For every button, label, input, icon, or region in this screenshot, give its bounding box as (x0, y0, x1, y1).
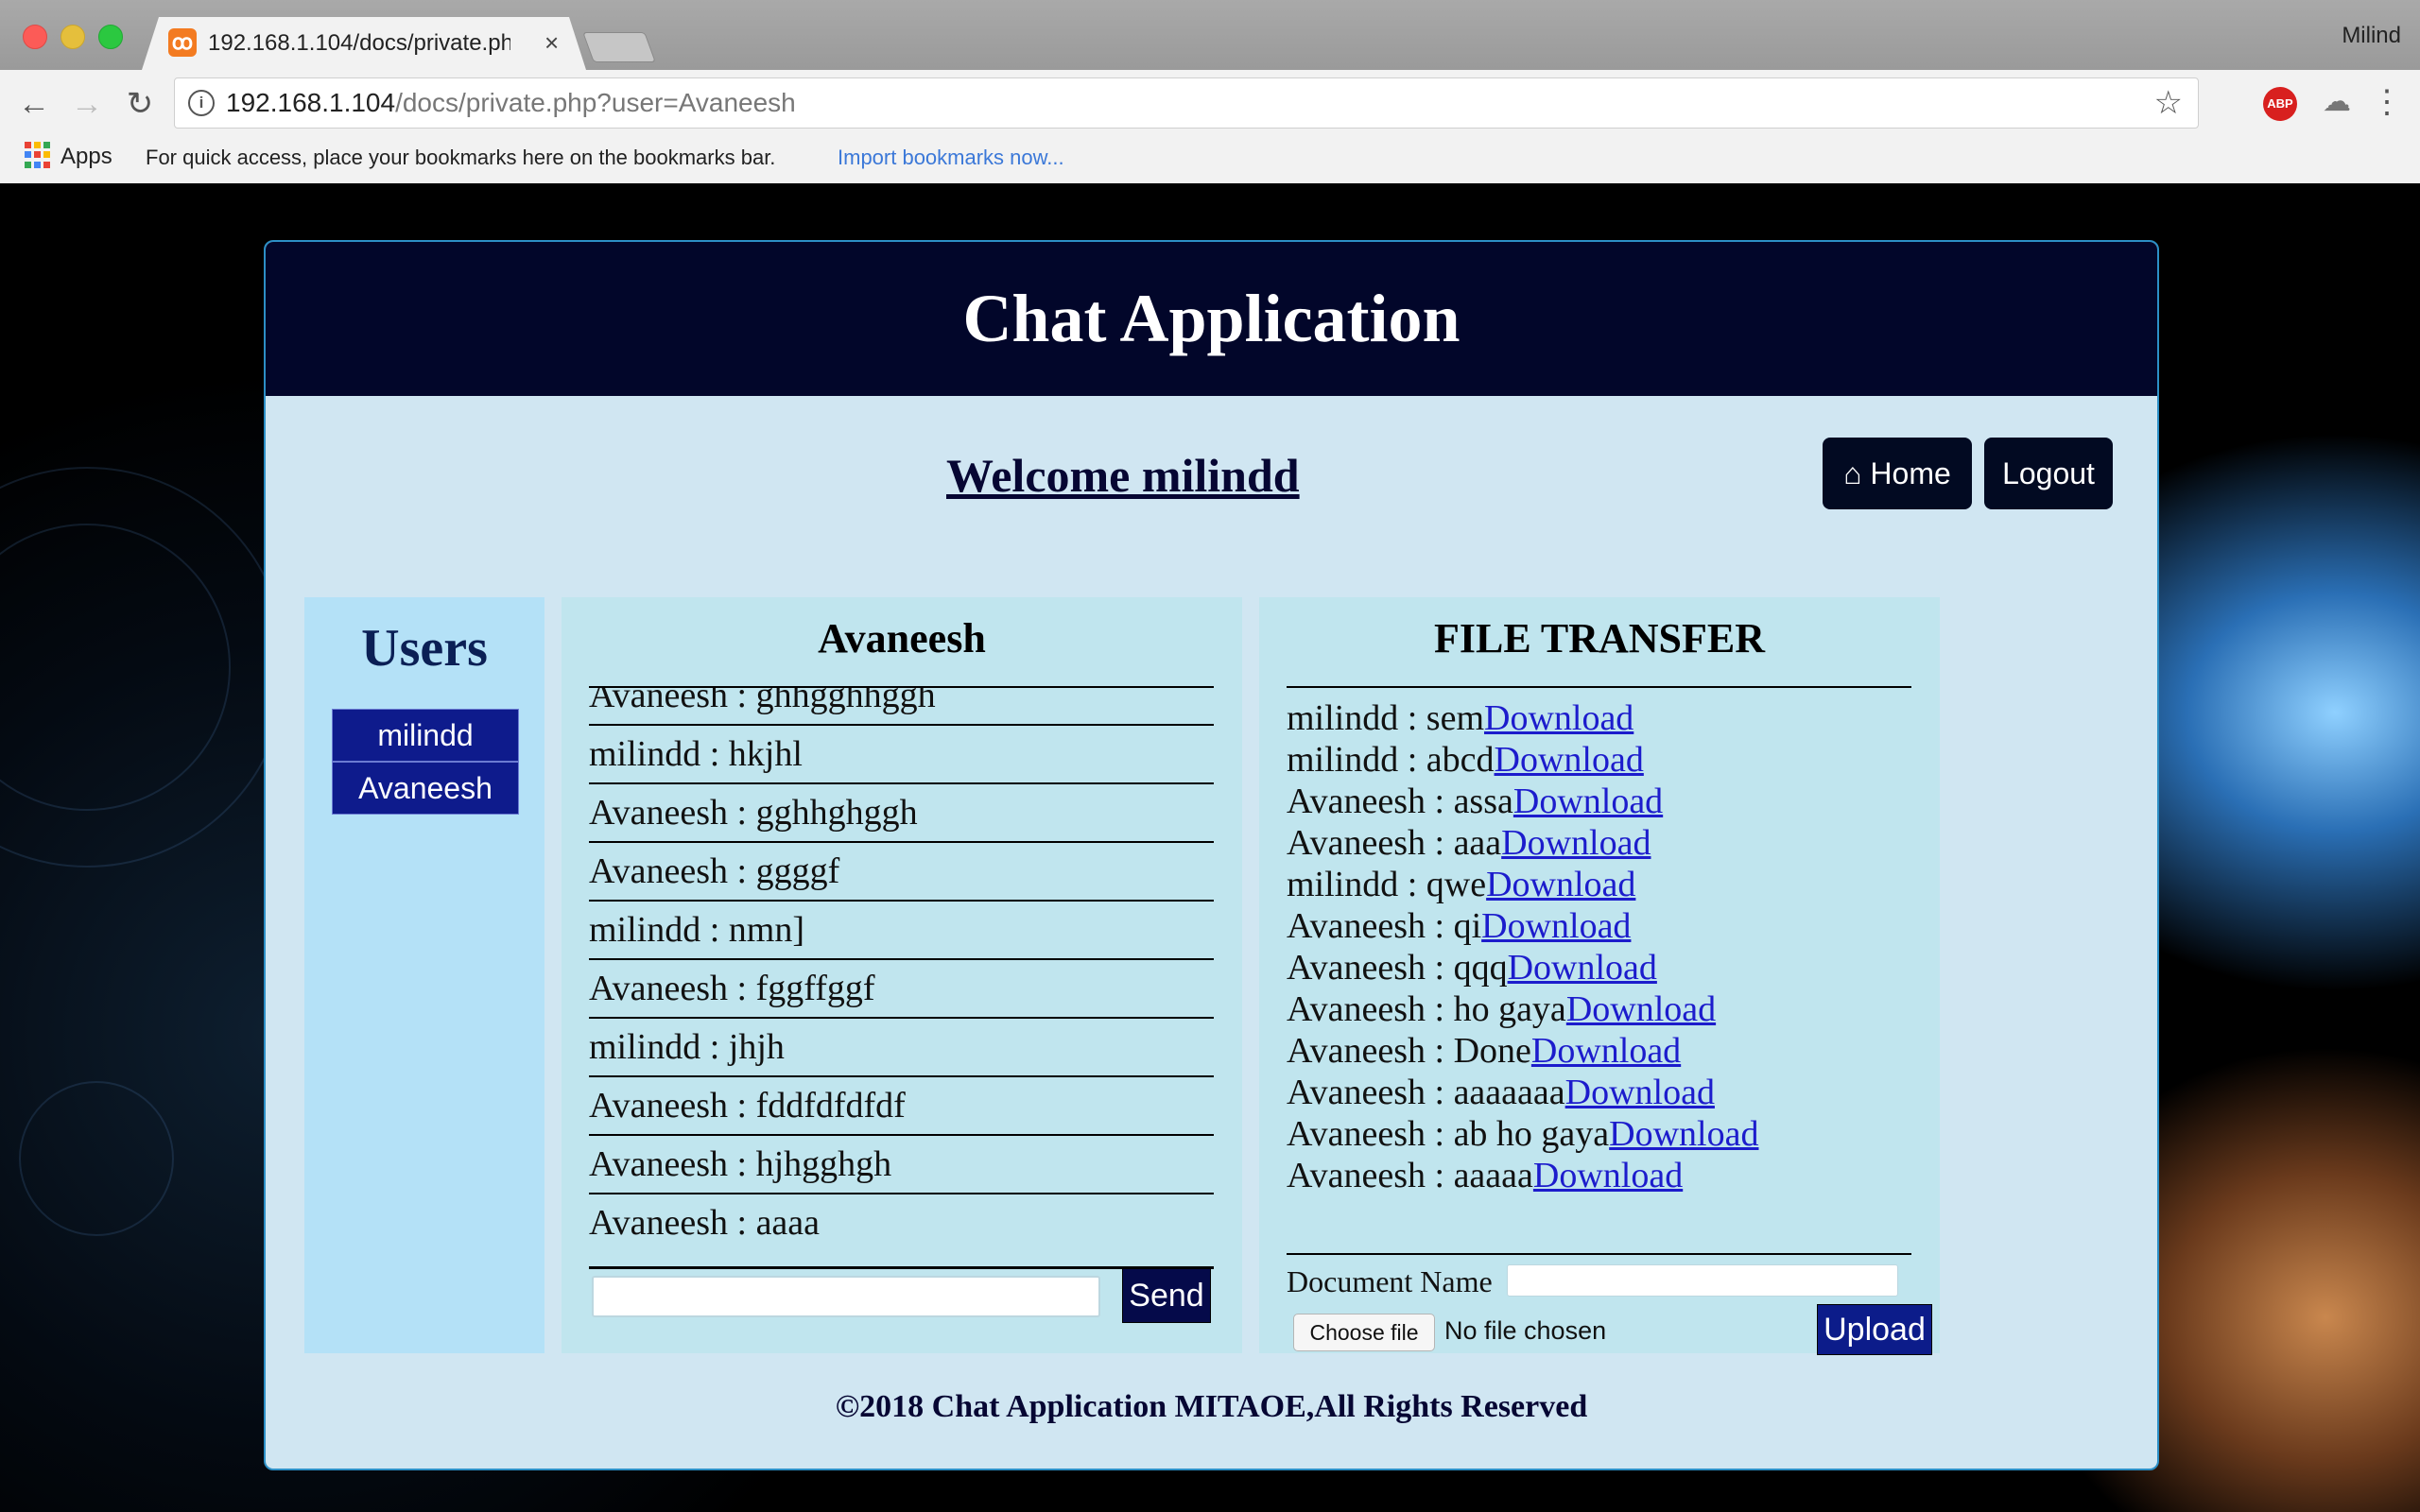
users-heading: Users (361, 619, 488, 678)
chat-panel: Avaneesh Avaneesh : ghhgghhggh milindd :… (562, 597, 1242, 1353)
bookmark-star-icon[interactable]: ☆ (2154, 84, 2183, 122)
file-entry-label: Avaneesh : ho gaya (1287, 989, 1566, 1029)
browser-tab[interactable]: ꝏ 192.168.1.104/docs/private.php × (142, 17, 586, 70)
file-row: Avaneesh : aaaaaDownload (1287, 1155, 1911, 1196)
file-entry-label: Avaneesh : qqq (1287, 948, 1508, 988)
home-button[interactable]: ⌂ Home (1823, 438, 1972, 509)
file-entry-label: Avaneesh : ab ho gaya (1287, 1114, 1610, 1154)
welcome-message[interactable]: Welcome milindd (946, 448, 1300, 503)
file-row: Avaneesh : ab ho gayaDownload (1287, 1113, 1911, 1155)
upload-button[interactable]: Upload (1817, 1304, 1932, 1355)
file-entry-label: milindd : sem (1287, 698, 1484, 738)
file-entry-label: Avaneesh : Done (1287, 1031, 1531, 1071)
file-transfer-panel: FILE TRANSFER milindd : semDownload milin… (1259, 597, 1940, 1355)
bookmarks-hint: For quick access, place your bookmarks h… (146, 146, 776, 169)
window-close-icon[interactable] (23, 25, 47, 49)
app-header: Chat Application (266, 242, 2157, 396)
adblock-plus-icon[interactable]: ABP (2263, 87, 2297, 121)
file-list: milindd : semDownload milindd : abcdDownl… (1287, 686, 1911, 1331)
document-name-label: Document Name (1287, 1264, 1493, 1298)
file-row: Avaneesh : aaaaaaaDownload (1287, 1072, 1911, 1113)
send-button[interactable]: Send (1122, 1268, 1211, 1323)
browser-menu-icon[interactable]: ⋮ (2371, 83, 2403, 121)
download-link[interactable]: Download (1609, 1114, 1758, 1154)
profile-name[interactable]: Milind (2342, 23, 2401, 49)
download-link[interactable]: Download (1566, 989, 1716, 1029)
browser-tab-bar: ꝏ 192.168.1.104/docs/private.php × Milin… (0, 0, 2420, 70)
file-entry-label: Avaneesh : aaa (1287, 823, 1502, 863)
chat-message: Avaneesh : ghhgghhggh (589, 688, 1214, 726)
chat-message: milindd : nmn] (589, 902, 1214, 960)
message-list[interactable]: Avaneesh : ghhgghhggh milindd : hkjhl Av… (589, 686, 1214, 1269)
chat-message: Avaneesh : aaaa (589, 1203, 821, 1243)
site-info-icon[interactable]: i (188, 90, 215, 116)
file-row: milindd : abcdDownload (1287, 739, 1911, 781)
file-row: Avaneesh : qqqDownload (1287, 947, 1911, 988)
document-name-input[interactable] (1507, 1264, 1898, 1297)
logout-button[interactable]: Logout (1984, 438, 2113, 509)
file-row: milindd : semDownload (1287, 697, 1911, 739)
file-row: Avaneesh : assaDownload (1287, 781, 1911, 822)
message-input[interactable] (592, 1276, 1100, 1317)
download-link[interactable]: Download (1484, 698, 1634, 738)
download-link[interactable]: Download (1508, 948, 1657, 988)
chat-app-container: Chat Application Welcome milindd ⌂ Home … (264, 240, 2159, 1470)
file-entry-label: Avaneesh : aaaaa (1287, 1156, 1533, 1195)
url-host: 192.168.1.104 (226, 88, 396, 117)
file-row: Avaneesh : qiDownload (1287, 905, 1911, 947)
address-bar[interactable]: i 192.168.1.104/docs/private.php?user=Av… (174, 77, 2199, 129)
file-entry-label: milindd : abcd (1287, 740, 1495, 780)
chat-message: Avaneesh : hjhgghgh (589, 1136, 1214, 1194)
download-link[interactable]: Download (1513, 782, 1663, 821)
download-link[interactable]: Download (1501, 823, 1651, 863)
chat-partner-heading: Avaneesh (818, 615, 986, 662)
file-entry-label: Avaneesh : qi (1287, 906, 1482, 946)
file-entry-label: Avaneesh : assa (1287, 782, 1513, 821)
download-link[interactable]: Download (1531, 1031, 1681, 1071)
chat-message: milindd : hkjhl (589, 726, 1214, 784)
file-row: milindd : qweDownload (1287, 864, 1911, 905)
browser-toolbar: ← → ↻ i 192.168.1.104/docs/private.php?u… (0, 70, 2420, 138)
file-divider (1287, 1253, 1911, 1255)
new-tab-button[interactable] (582, 32, 656, 62)
chat-message: Avaneesh : fggffggf (589, 960, 1214, 1019)
download-link[interactable]: Download (1481, 906, 1631, 946)
download-link[interactable]: Download (1486, 865, 1635, 904)
tab-close-icon[interactable]: × (544, 28, 559, 57)
users-panel: Users milindd Avaneesh (304, 597, 544, 1353)
file-row: Avaneesh : DoneDownload (1287, 1030, 1911, 1072)
apps-link[interactable]: Apps (60, 144, 112, 170)
reload-icon[interactable]: ↻ (121, 85, 159, 123)
download-link[interactable]: Download (1495, 740, 1644, 780)
chat-message: Avaneesh : ggggf (589, 843, 1214, 902)
chat-message: milindd : jhjh (589, 1019, 1214, 1077)
file-row: Avaneesh : aaaDownload (1287, 822, 1911, 864)
download-link[interactable]: Download (1533, 1156, 1683, 1195)
back-arrow-icon[interactable]: ← (15, 85, 53, 123)
file-entry-label: Avaneesh : aaaaaaa (1287, 1073, 1565, 1112)
file-status-text: No file chosen (1444, 1316, 1607, 1345)
window-minimize-icon[interactable] (60, 25, 85, 49)
window-maximize-icon[interactable] (98, 25, 123, 49)
extension-icon[interactable]: ☁ (2320, 85, 2354, 119)
footer-copyright: ©2018 Chat Application MITAOE,All Rights… (835, 1389, 1588, 1424)
file-entry-label: milindd : qwe (1287, 865, 1487, 904)
url-text[interactable]: 192.168.1.104/docs/private.php?user=Avan… (226, 88, 796, 118)
file-row: Avaneesh : ho gayaDownload (1287, 988, 1911, 1030)
chat-message: Avaneesh : gghhghggh (589, 784, 1214, 843)
decorative-ring (19, 1081, 174, 1236)
user-button-avaneesh[interactable]: Avaneesh (332, 762, 519, 815)
apps-grid-icon[interactable] (25, 142, 51, 168)
import-bookmarks-link[interactable]: Import bookmarks now... (838, 146, 1064, 170)
tab-title: 192.168.1.104/docs/private.php (208, 30, 510, 56)
choose-file-button[interactable]: Choose file (1293, 1314, 1435, 1351)
download-link[interactable]: Download (1565, 1073, 1715, 1112)
user-button-milindd[interactable]: milindd (332, 709, 519, 762)
url-path: /docs/private.php?user=Avaneesh (395, 88, 796, 117)
xampp-favicon-icon: ꝏ (168, 28, 197, 57)
file-transfer-heading: FILE TRANSFER (1433, 615, 1766, 662)
chat-message: Avaneesh : fddfdfdfdf (589, 1077, 1214, 1136)
forward-arrow-icon[interactable]: → (68, 85, 106, 123)
app-title: Chat Application (962, 281, 1461, 356)
